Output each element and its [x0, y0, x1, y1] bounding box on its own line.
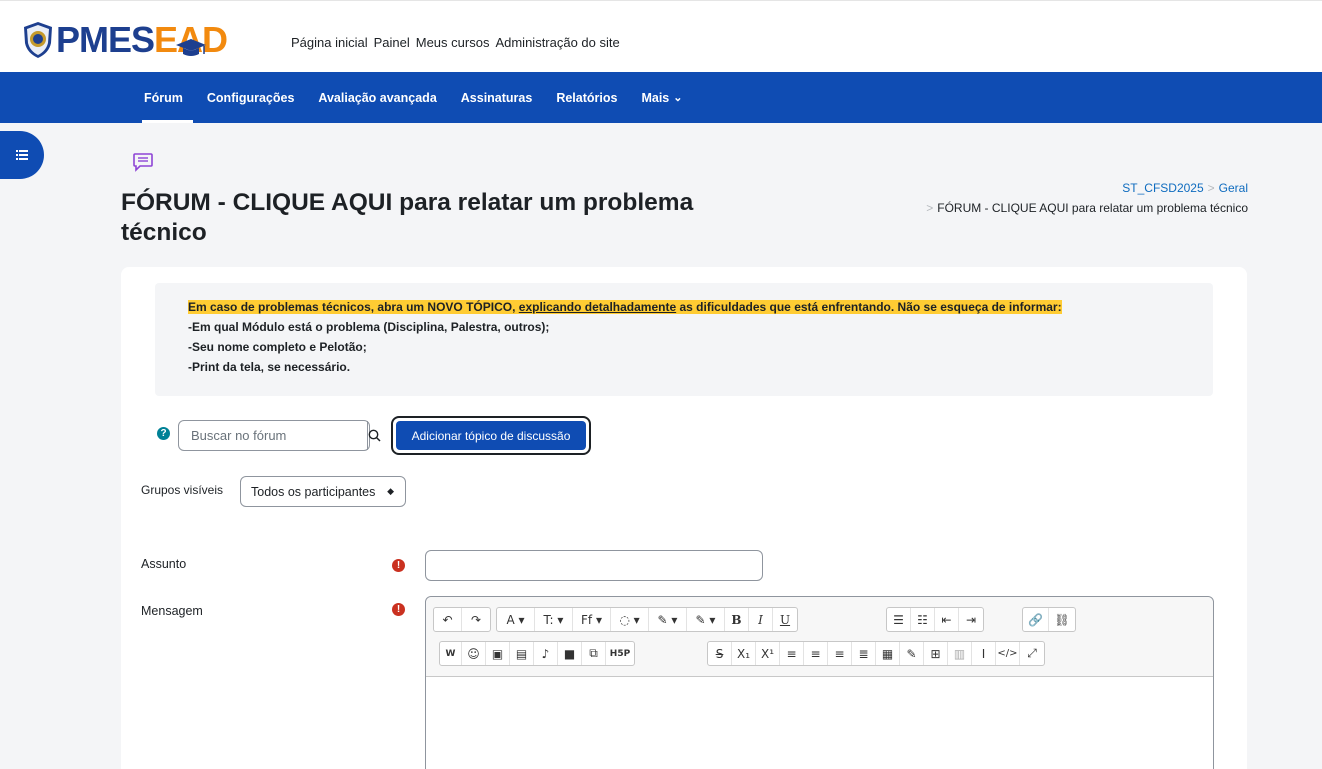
forum-icon	[133, 153, 153, 172]
tab-subscriptions[interactable]: Assinaturas	[461, 72, 533, 123]
outdent-button[interactable]: ⇤	[935, 608, 959, 631]
fullscreen-button[interactable]: ⤢	[1020, 642, 1044, 665]
search-input[interactable]	[179, 421, 367, 450]
message-label: Mensagem	[141, 604, 203, 618]
italic-button[interactable]: I	[749, 608, 773, 631]
word-import-button[interactable]: W	[440, 642, 462, 665]
bullet-list-button[interactable]: ☰	[887, 608, 911, 631]
numbered-list-button[interactable]: ☷	[911, 608, 935, 631]
top-navbar: PMESEAD Página inicial Painel Meus curso…	[0, 0, 1322, 72]
help-icon[interactable]: ?	[157, 427, 170, 440]
shield-logo-icon	[24, 22, 52, 58]
nav-link-home[interactable]: Página inicial	[291, 35, 368, 50]
message-editor: ↶ ↷ A ▾ T: ▾ Ff ▾ ◌ ▾ ✎ ▾ ✎ ▾ B I U ☰ ☷ …	[425, 596, 1214, 769]
course-index-toggle[interactable]	[0, 131, 44, 179]
nav-link-my-courses[interactable]: Meus cursos	[416, 35, 490, 50]
editor-content-area[interactable]	[426, 677, 1213, 769]
forum-search	[178, 420, 381, 451]
align-right-button[interactable]: ≡	[828, 642, 852, 665]
required-icon: !	[392, 603, 405, 616]
toolbar-group-history: ↶ ↷	[433, 607, 491, 632]
emoji-button[interactable]: ☺	[462, 642, 486, 665]
select-arrows-icon: ◆	[387, 486, 394, 496]
breadcrumb-course[interactable]: ST_CFSD2025	[1122, 181, 1203, 195]
groups-select-value: Todos os participantes	[251, 484, 376, 499]
justify-button[interactable]: ≣	[852, 642, 876, 665]
groups-select[interactable]: Todos os participantes ◆	[240, 476, 406, 507]
forum-intro: Em caso de problemas técnicos, abra um N…	[155, 283, 1213, 396]
subject-label: Assunto	[141, 557, 187, 571]
toolbar-group-lists: ☰ ☷ ⇤ ⇥	[886, 607, 984, 632]
record-audio-button[interactable]: ♪	[534, 642, 558, 665]
insert-button[interactable]: ◌ ▾	[611, 608, 649, 631]
image-button[interactable]: ▣	[486, 642, 510, 665]
list-icon	[16, 150, 28, 160]
groups-label: Grupos visíveis	[141, 483, 224, 497]
subscript-button[interactable]: X₁	[732, 642, 756, 665]
breadcrumb: ST_CFSD2025 > Geral > FÓRUM - CLIQUE AQUI p…	[922, 178, 1248, 218]
superscript-button[interactable]: X¹	[756, 642, 780, 665]
record-video-button[interactable]: ■	[558, 642, 582, 665]
page-title: FÓRUM - CLIQUE AQUI para relatar um prob…	[121, 189, 694, 246]
add-discussion-label: Adicionar tópico de discussão	[396, 421, 586, 450]
breadcrumb-separator: >	[926, 201, 934, 215]
align-center-button[interactable]: ≡	[804, 642, 828, 665]
tab-advanced-grading[interactable]: Avaliação avançada	[318, 72, 436, 123]
toolbar-group-links: 🔗 ⛓	[1022, 607, 1076, 632]
toolbar-group-format: S X₁ X¹ ≡ ≡ ≡ ≣ ▦ ✎ ⊞ ▥ I </> ⤢	[707, 641, 1045, 666]
breadcrumb-section[interactable]: Geral	[1219, 181, 1248, 195]
required-icon: !	[392, 559, 405, 572]
tab-forum[interactable]: Fórum	[142, 72, 193, 123]
font-size-button[interactable]: A ▾	[497, 608, 535, 631]
intro-line: -Print da tela, se necessário.	[188, 360, 351, 374]
chevron-down-icon: ⌄	[673, 92, 683, 104]
breadcrumb-separator: >	[1207, 181, 1215, 195]
intro-line: -Seu nome completo e Pelotão;	[188, 340, 367, 354]
table-columns-button[interactable]: ▥	[948, 642, 972, 665]
h5p-button[interactable]: H5P	[606, 642, 634, 665]
redo-button[interactable]: ↷	[462, 608, 490, 631]
edit-button[interactable]: ✎	[900, 642, 924, 665]
toolbar-group-font: A ▾ T: ▾ Ff ▾ ◌ ▾ ✎ ▾ ✎ ▾ B I U	[496, 607, 798, 632]
undo-button[interactable]: ↶	[434, 608, 462, 631]
toolbar-group-media: W ☺ ▣ ▤ ♪ ■ ⧉ H5P	[439, 641, 635, 666]
unlink-button[interactable]: ⛓	[1049, 608, 1075, 631]
strikethrough-button[interactable]: S	[708, 642, 732, 665]
editor-toolbar: ↶ ↷ A ▾ T: ▾ Ff ▾ ◌ ▾ ✎ ▾ ✎ ▾ B I U ☰ ☷ …	[426, 597, 1213, 677]
search-button[interactable]	[367, 421, 381, 450]
add-discussion-button[interactable]: Adicionar tópico de discussão	[391, 416, 591, 455]
tab-settings[interactable]: Configurações	[207, 72, 295, 123]
nav-link-site-admin[interactable]: Administração do site	[495, 35, 619, 50]
tab-more[interactable]: Mais ⌄	[641, 72, 682, 123]
breadcrumb-current: FÓRUM - CLIQUE AQUI para relatar um prob…	[937, 201, 1248, 215]
secondary-navbar: Fórum Configurações Avaliação avançada A…	[0, 72, 1322, 123]
bold-button[interactable]: B	[725, 608, 749, 631]
tab-reports[interactable]: Relatórios	[556, 72, 617, 123]
intro-highlight: Em caso de problemas técnicos, abra um N…	[188, 300, 1062, 314]
secondary-nav: Fórum Configurações Avaliação avançada A…	[142, 72, 706, 123]
text-color-button[interactable]: ✎ ▾	[649, 608, 687, 631]
align-left-button[interactable]: ≡	[780, 642, 804, 665]
site-logo[interactable]: PMESEAD	[22, 20, 228, 60]
clear-format-button[interactable]: I	[972, 642, 996, 665]
link-button[interactable]: 🔗	[1023, 608, 1049, 631]
table-button[interactable]: ⊞	[924, 642, 948, 665]
search-icon	[368, 429, 381, 442]
equation-button[interactable]: ▦	[876, 642, 900, 665]
nav-link-dashboard[interactable]: Painel	[374, 35, 410, 50]
underline-button[interactable]: U	[773, 608, 797, 631]
graduation-cap-icon	[176, 39, 206, 56]
html-source-button[interactable]: </>	[996, 642, 1020, 665]
indent-button[interactable]: ⇥	[959, 608, 983, 631]
copy-button[interactable]: ⧉	[582, 642, 606, 665]
subject-input[interactable]	[425, 550, 763, 581]
font-family-button[interactable]: Ff ▾	[573, 608, 611, 631]
media-button[interactable]: ▤	[510, 642, 534, 665]
bg-color-button[interactable]: ✎ ▾	[687, 608, 725, 631]
text-style-button[interactable]: T: ▾	[535, 608, 573, 631]
intro-line: -Em qual Módulo está o problema (Discipl…	[188, 320, 550, 334]
primary-nav: Página inicial Painel Meus cursos Admini…	[291, 35, 620, 50]
